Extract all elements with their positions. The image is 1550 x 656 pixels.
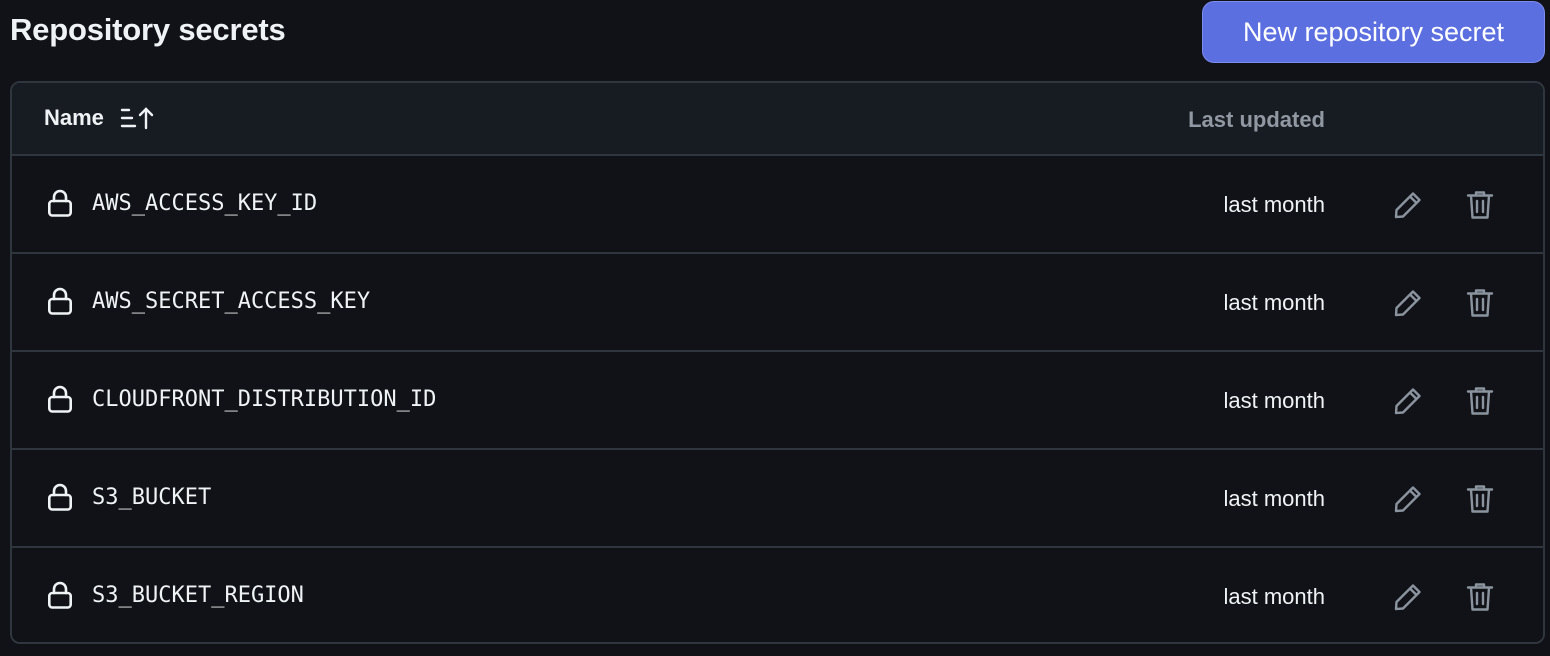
secret-name: AWS_SECRET_ACCESS_KEY <box>92 289 371 314</box>
secret-name: AWS_ACCESS_KEY_ID <box>92 191 318 216</box>
secret-row: CLOUDFRONT_DISTRIBUTION_ID last month <box>12 352 1543 450</box>
pencil-icon[interactable] <box>1392 385 1424 417</box>
trash-icon[interactable] <box>1465 581 1495 613</box>
secret-row: S3_BUCKET last month <box>12 450 1543 548</box>
sort-ascending-icon[interactable] <box>120 106 154 130</box>
lock-icon <box>47 581 72 609</box>
pencil-icon[interactable] <box>1392 483 1424 515</box>
name-column-header[interactable]: Name <box>44 105 154 131</box>
page-title: Repository secrets <box>10 12 286 47</box>
secret-name: CLOUDFRONT_DISTRIBUTION_ID <box>92 387 437 412</box>
pencil-icon[interactable] <box>1392 287 1424 319</box>
trash-icon[interactable] <box>1465 189 1495 221</box>
secret-last-updated: last month <box>1223 388 1326 413</box>
last-updated-column-header: Last updated <box>1188 107 1325 132</box>
pencil-icon[interactable] <box>1392 581 1424 613</box>
secret-row: AWS_SECRET_ACCESS_KEY last month <box>12 254 1543 352</box>
secret-row: AWS_ACCESS_KEY_ID last month <box>12 156 1543 254</box>
secrets-table: Name Last updated AWS_ACCESS_KEY_ID last… <box>10 81 1545 644</box>
lock-icon <box>47 189 72 217</box>
lock-icon <box>47 483 72 511</box>
secrets-page: Repository secrets New repository secret… <box>0 0 1550 656</box>
pencil-icon[interactable] <box>1392 189 1424 221</box>
secrets-list: AWS_ACCESS_KEY_ID last month AWS_SECRET_… <box>12 156 1543 642</box>
secret-name: S3_BUCKET_REGION <box>92 583 304 608</box>
secret-name: S3_BUCKET <box>92 485 212 510</box>
new-repository-secret-button[interactable]: New repository secret <box>1202 1 1545 63</box>
trash-icon[interactable] <box>1465 287 1495 319</box>
name-column-label: Name <box>44 105 104 130</box>
secret-row: S3_BUCKET_REGION last month <box>12 548 1543 642</box>
trash-icon[interactable] <box>1465 483 1495 515</box>
secret-last-updated: last month <box>1223 290 1326 315</box>
secret-last-updated: last month <box>1223 192 1326 217</box>
secret-last-updated: last month <box>1223 584 1326 609</box>
table-header: Name Last updated <box>12 83 1543 156</box>
secret-last-updated: last month <box>1223 486 1326 511</box>
trash-icon[interactable] <box>1465 385 1495 417</box>
lock-icon <box>47 287 72 315</box>
lock-icon <box>47 385 72 413</box>
